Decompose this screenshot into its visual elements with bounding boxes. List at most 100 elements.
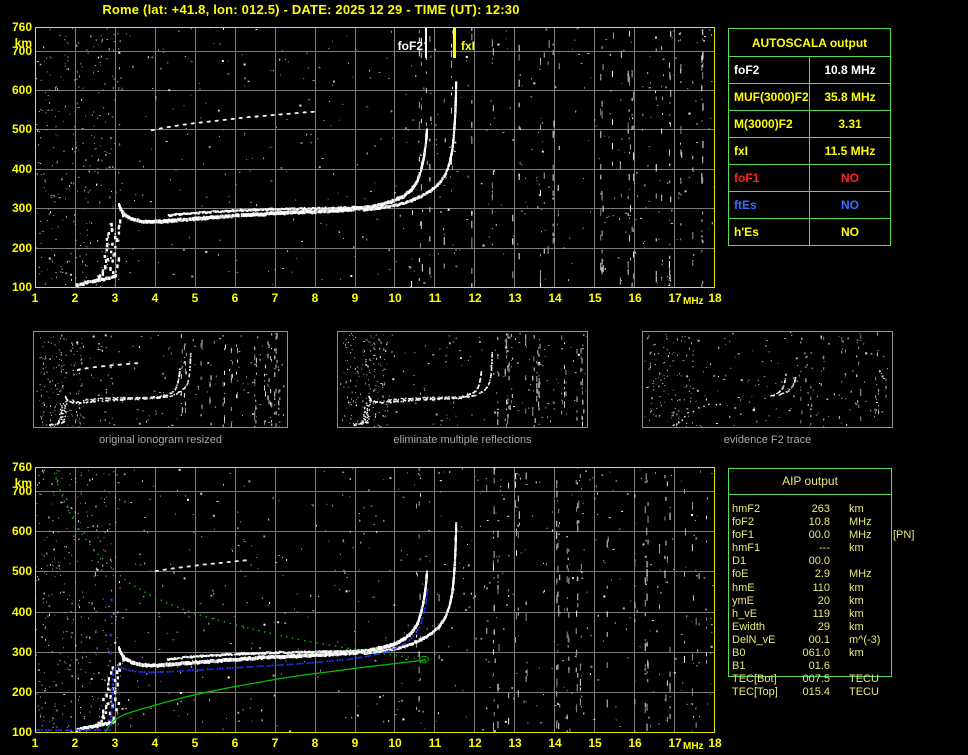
x-tick-label: 6 (223, 291, 247, 305)
aip-param-value: 29 (790, 621, 830, 634)
aip-param-label: foE (732, 568, 790, 581)
aip-row: B0061.0 km (732, 647, 966, 660)
x-tick-label: 2 (63, 291, 87, 305)
aip-param-unit (849, 555, 891, 568)
aip-param-unit: TECU (849, 686, 891, 699)
aip-row: h_vE119 km (732, 608, 966, 621)
y-axis-unit: km (1, 36, 32, 50)
aip-param-label: D1 (732, 555, 790, 568)
autoscala-param-label: foF1 (729, 165, 810, 192)
x-tick-label: 4 (143, 736, 167, 750)
aip-param-value: 00.0 (790, 529, 830, 542)
y-tick-label: 300 (1, 645, 32, 659)
autoscala-param-label: ftEs (729, 192, 810, 219)
x-tick-label: 13 (503, 736, 527, 750)
y-tick-label: 760 (1, 20, 32, 34)
aip-row: TEC[Top]015.4 TECU (732, 686, 966, 699)
aip-param-unit: km (849, 647, 891, 660)
marker-label-fxI: fxI (461, 39, 475, 53)
aip-param-unit: km (849, 503, 891, 516)
x-tick-label: 1 (23, 291, 47, 305)
x-tick-label: 9 (343, 291, 367, 305)
y-tick-label: 300 (1, 201, 32, 215)
aip-param-unit: km (849, 595, 891, 608)
x-tick-label: 10 (383, 736, 407, 750)
y-tick-label: 200 (1, 685, 32, 699)
x-tick-label: 1 (23, 736, 47, 750)
aip-param-label: B1 (732, 660, 790, 673)
autoscala-output-table: AUTOSCALA output foF210.8 MHzMUF(3000)F2… (728, 28, 891, 246)
autoscala-row: ftEsNO (729, 192, 891, 219)
marker-label-foF2: foF2 (398, 39, 423, 53)
recorded-ionogram-plot (35, 27, 715, 288)
thumbnail-original-ionogram (33, 331, 288, 428)
x-tick-label: 13 (503, 291, 527, 305)
autoscala-screen: Rome (lat: +41.8, lon: 012.5) - DATE: 20… (0, 0, 968, 755)
aip-param-value: 2.9 (790, 568, 830, 581)
aip-param-label: h_vE (732, 608, 790, 621)
x-tick-label: 7 (263, 736, 287, 750)
aip-param-label: TEC[Top] (732, 686, 790, 699)
aip-param-label: DelN_vE (732, 634, 790, 647)
aip-param-unit: km (849, 542, 891, 555)
x-tick-label: 14 (543, 736, 567, 750)
autoscala-param-label: MUF(3000)F2 (729, 84, 810, 111)
aip-row: D100.0 (732, 555, 966, 568)
x-tick-label: 14 (543, 291, 567, 305)
page-title: Rome (lat: +41.8, lon: 012.5) - DATE: 20… (0, 2, 622, 17)
x-tick-label: 4 (143, 291, 167, 305)
y-tick-label: 400 (1, 605, 32, 619)
x-tick-label: 15 (583, 736, 607, 750)
aip-param-unit: km (849, 608, 891, 621)
autoscala-param-label: foF2 (729, 57, 810, 84)
aip-param-label: hmE (732, 582, 790, 595)
autoscala-param-label: M(3000)F2 (729, 111, 810, 138)
thumbnail-caption-no-multiples: eliminate multiple reflections (337, 434, 588, 446)
thumbnail-caption-original: original ionogram resized (33, 434, 288, 446)
aip-param-label: hmF2 (732, 503, 790, 516)
y-axis-unit: km (1, 476, 32, 490)
thumbnail-no-multiples (337, 331, 588, 428)
aip-row: DelN_vE00.1 m^(-3) (732, 634, 966, 647)
autoscala-row: foF1NO (729, 165, 891, 192)
aip-param-value: 110 (790, 582, 830, 595)
x-tick-label: 10 (383, 291, 407, 305)
aip-param-unit: m^(-3) (849, 634, 891, 647)
aip-param-value: 00.1 (790, 634, 830, 647)
thumbnail-caption-f2-evidence: evidence F2 trace (642, 434, 893, 446)
aip-row: hmF1---km (732, 542, 966, 555)
autoscala-param-value: NO (810, 219, 891, 246)
aip-param-value: 119 (790, 608, 830, 621)
aip-table-title: AIP output (729, 474, 891, 488)
aip-param-value: 01.6 (790, 660, 830, 673)
y-tick-label: 500 (1, 122, 32, 136)
x-tick-label: 9 (343, 736, 367, 750)
x-tick-label: 5 (183, 291, 207, 305)
autoscala-param-label: h'Es (729, 219, 810, 246)
y-tick-label: 400 (1, 162, 32, 176)
aip-param-unit: km (849, 621, 891, 634)
aip-param-value: 061.0 (790, 647, 830, 660)
autoscala-row: MUF(3000)F235.8 MHz (729, 84, 891, 111)
autoscala-table-title: AUTOSCALA output (729, 29, 891, 57)
x-tick-label: 16 (623, 736, 647, 750)
aip-row: B101.6 (732, 660, 966, 673)
aip-param-unit: km (849, 582, 891, 595)
x-tick-label: 12 (463, 291, 487, 305)
aip-row: hmE110 km (732, 582, 966, 595)
aip-row: foE2.9MHz (732, 568, 966, 581)
aip-param-value: 263 (790, 503, 830, 516)
aip-title-divider (729, 494, 891, 495)
aip-row: ymE20km (732, 595, 966, 608)
x-tick-label: 11 (423, 291, 447, 305)
x-tick-label: 18 (703, 291, 727, 305)
autoscala-row: foF210.8 MHz (729, 57, 891, 84)
aip-row: foF210.8MHz (732, 516, 966, 529)
autoscala-param-value: NO (810, 165, 891, 192)
aip-param-label: B0 (732, 647, 790, 660)
x-tick-label: 12 (463, 736, 487, 750)
aip-param-unit (849, 660, 891, 673)
aip-param-value: 015.4 (790, 686, 830, 699)
aip-row: TEC[Bot]007.5TECU (732, 673, 966, 686)
x-tick-label: 7 (263, 291, 287, 305)
